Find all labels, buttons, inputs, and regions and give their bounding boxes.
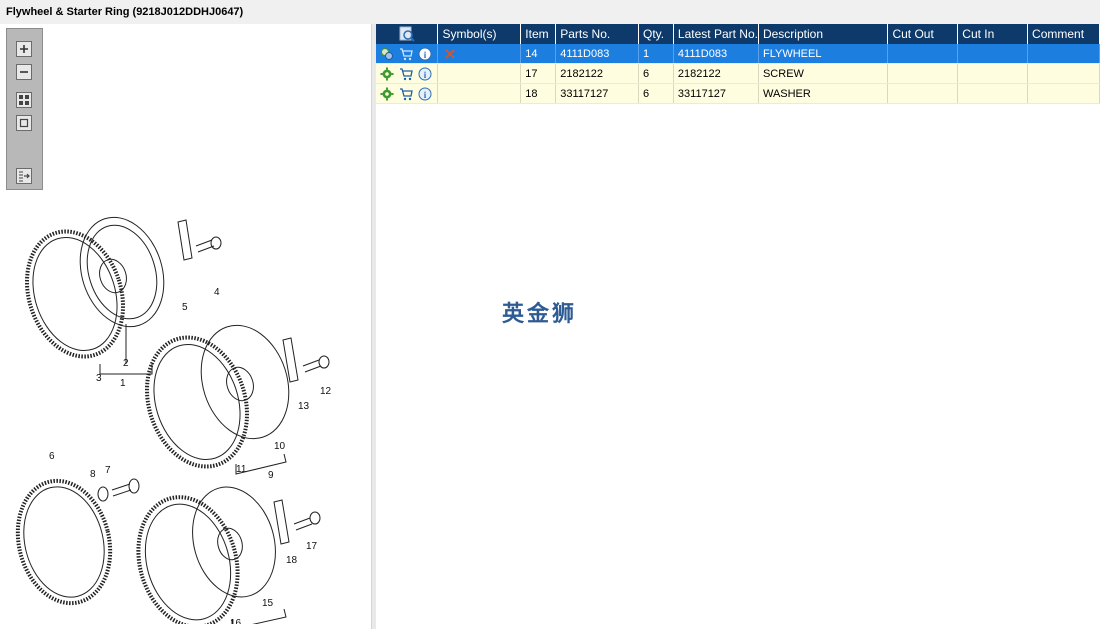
callout-9: 9: [268, 470, 274, 481]
col-header-description[interactable]: Description: [758, 24, 889, 44]
row-actions: i: [376, 44, 439, 64]
title-bar: Flywheel & Starter Ring (9218J012DDHJ064…: [0, 0, 1100, 24]
col-header-item[interactable]: Item: [520, 24, 557, 44]
info-icon[interactable]: i: [418, 87, 432, 101]
cell-parts-no: 33117127: [555, 83, 639, 104]
remove-icon[interactable]: [444, 48, 456, 60]
table-row[interactable]: i 18 33117127 6 33117127 WASHER: [376, 83, 1100, 104]
callout-3: 3: [96, 373, 102, 384]
cell-item: 14: [520, 44, 557, 64]
cell-comment: [1027, 44, 1100, 64]
window-title: Flywheel & Starter Ring (9218J012DDHJ064…: [6, 6, 244, 18]
actual-size-button[interactable]: [16, 115, 32, 131]
zoom-out-button[interactable]: [16, 64, 32, 80]
callout-7: 7: [105, 465, 111, 476]
cell-latest-part-no: 33117127: [673, 83, 759, 104]
cell-latest-part-no: 4111D083: [673, 44, 759, 64]
callout-16: 16: [230, 618, 242, 624]
col-header-actions[interactable]: [376, 24, 439, 44]
shopping-cart-icon[interactable]: [399, 87, 413, 101]
cell-cut-out: [887, 83, 959, 104]
settings-icon[interactable]: [380, 87, 394, 101]
cell-parts-no: 4111D083: [555, 44, 639, 64]
cell-symbols: [437, 83, 522, 104]
fit-page-button[interactable]: [16, 92, 32, 108]
cell-latest-part-no: 2182122: [673, 63, 759, 84]
col-header-qty[interactable]: Qty.: [638, 24, 674, 44]
minus-icon: [20, 71, 28, 73]
cell-symbols: [437, 63, 522, 84]
zoom-in-button[interactable]: [16, 41, 32, 57]
callout-15: 15: [262, 598, 274, 609]
col-header-parts-no[interactable]: Parts No.: [555, 24, 639, 44]
col-header-comment[interactable]: Comment: [1027, 24, 1100, 44]
callout-18: 18: [286, 555, 298, 566]
col-header-latest-part-no[interactable]: Latest Part No.: [673, 24, 759, 44]
cell-description: WASHER: [758, 83, 889, 104]
row-actions: i: [376, 83, 439, 104]
cell-cut-in: [957, 63, 1029, 84]
parts-table: Symbol(s) Item Parts No. Qty. Latest Par…: [376, 24, 1100, 104]
cell-qty: 6: [638, 63, 674, 84]
row-actions: i: [376, 63, 439, 84]
cell-qty: 1: [638, 44, 674, 64]
callout-12: 12: [320, 386, 332, 397]
parts-list-panel: Symbol(s) Item Parts No. Qty. Latest Par…: [376, 24, 1100, 629]
cell-cut-in: [957, 44, 1029, 64]
fit-page-icon: [19, 95, 29, 105]
callout-4: 4: [214, 287, 220, 298]
cell-description: FLYWHEEL: [758, 44, 889, 64]
cell-cut-out: [887, 44, 959, 64]
info-icon[interactable]: i: [418, 67, 432, 81]
cell-description: SCREW: [758, 63, 889, 84]
callout-6: 6: [49, 451, 55, 462]
table-row[interactable]: i 14 4111D083 1 4111D083 FLYWHEEL: [376, 44, 1100, 64]
callout-17: 17: [306, 541, 318, 552]
search-doc-icon: [399, 26, 415, 42]
diagram-toolbar: [6, 28, 43, 190]
shopping-cart-icon[interactable]: [399, 47, 413, 61]
callout-13: 13: [298, 401, 310, 412]
table-row[interactable]: i 17 2182122 6 2182122 SCREW: [376, 63, 1100, 84]
cell-cut-out: [887, 63, 959, 84]
plus-icon: [20, 45, 28, 53]
col-header-cut-in[interactable]: Cut In: [957, 24, 1029, 44]
callout-5: 5: [182, 302, 188, 313]
cell-comment: [1027, 63, 1100, 84]
cell-symbols: [437, 44, 522, 64]
cell-item: 18: [520, 83, 557, 104]
callout-11: 11: [236, 464, 247, 475]
callout-8: 8: [90, 469, 96, 480]
cell-comment: [1027, 83, 1100, 104]
watermark-logo: 英金狮: [502, 302, 578, 327]
callout-2: 2: [123, 358, 129, 369]
callout-1: 1: [120, 378, 126, 389]
table-header: Symbol(s) Item Parts No. Qty. Latest Par…: [376, 24, 1100, 44]
cell-qty: 6: [638, 83, 674, 104]
cell-item: 17: [520, 63, 557, 84]
col-header-cut-out[interactable]: Cut Out: [887, 24, 959, 44]
info-icon[interactable]: i: [418, 47, 432, 61]
settings-icon[interactable]: [380, 67, 394, 81]
cell-cut-in: [957, 83, 1029, 104]
actual-size-icon: [19, 118, 29, 128]
col-header-symbols[interactable]: Symbol(s): [437, 24, 522, 44]
diagram-panel[interactable]: 1 2 3 4 5 6 7 8 9 10 11 12 13 14 15 16 1…: [0, 24, 371, 629]
exploded-parts-diagram: 1 2 3 4 5 6 7 8 9 10 11 12 13 14 15 16 1…: [15, 216, 332, 624]
callout-10: 10: [274, 441, 286, 452]
replaced-part-icon[interactable]: [380, 47, 394, 61]
shopping-cart-icon[interactable]: [399, 67, 413, 81]
cell-parts-no: 2182122: [555, 63, 639, 84]
